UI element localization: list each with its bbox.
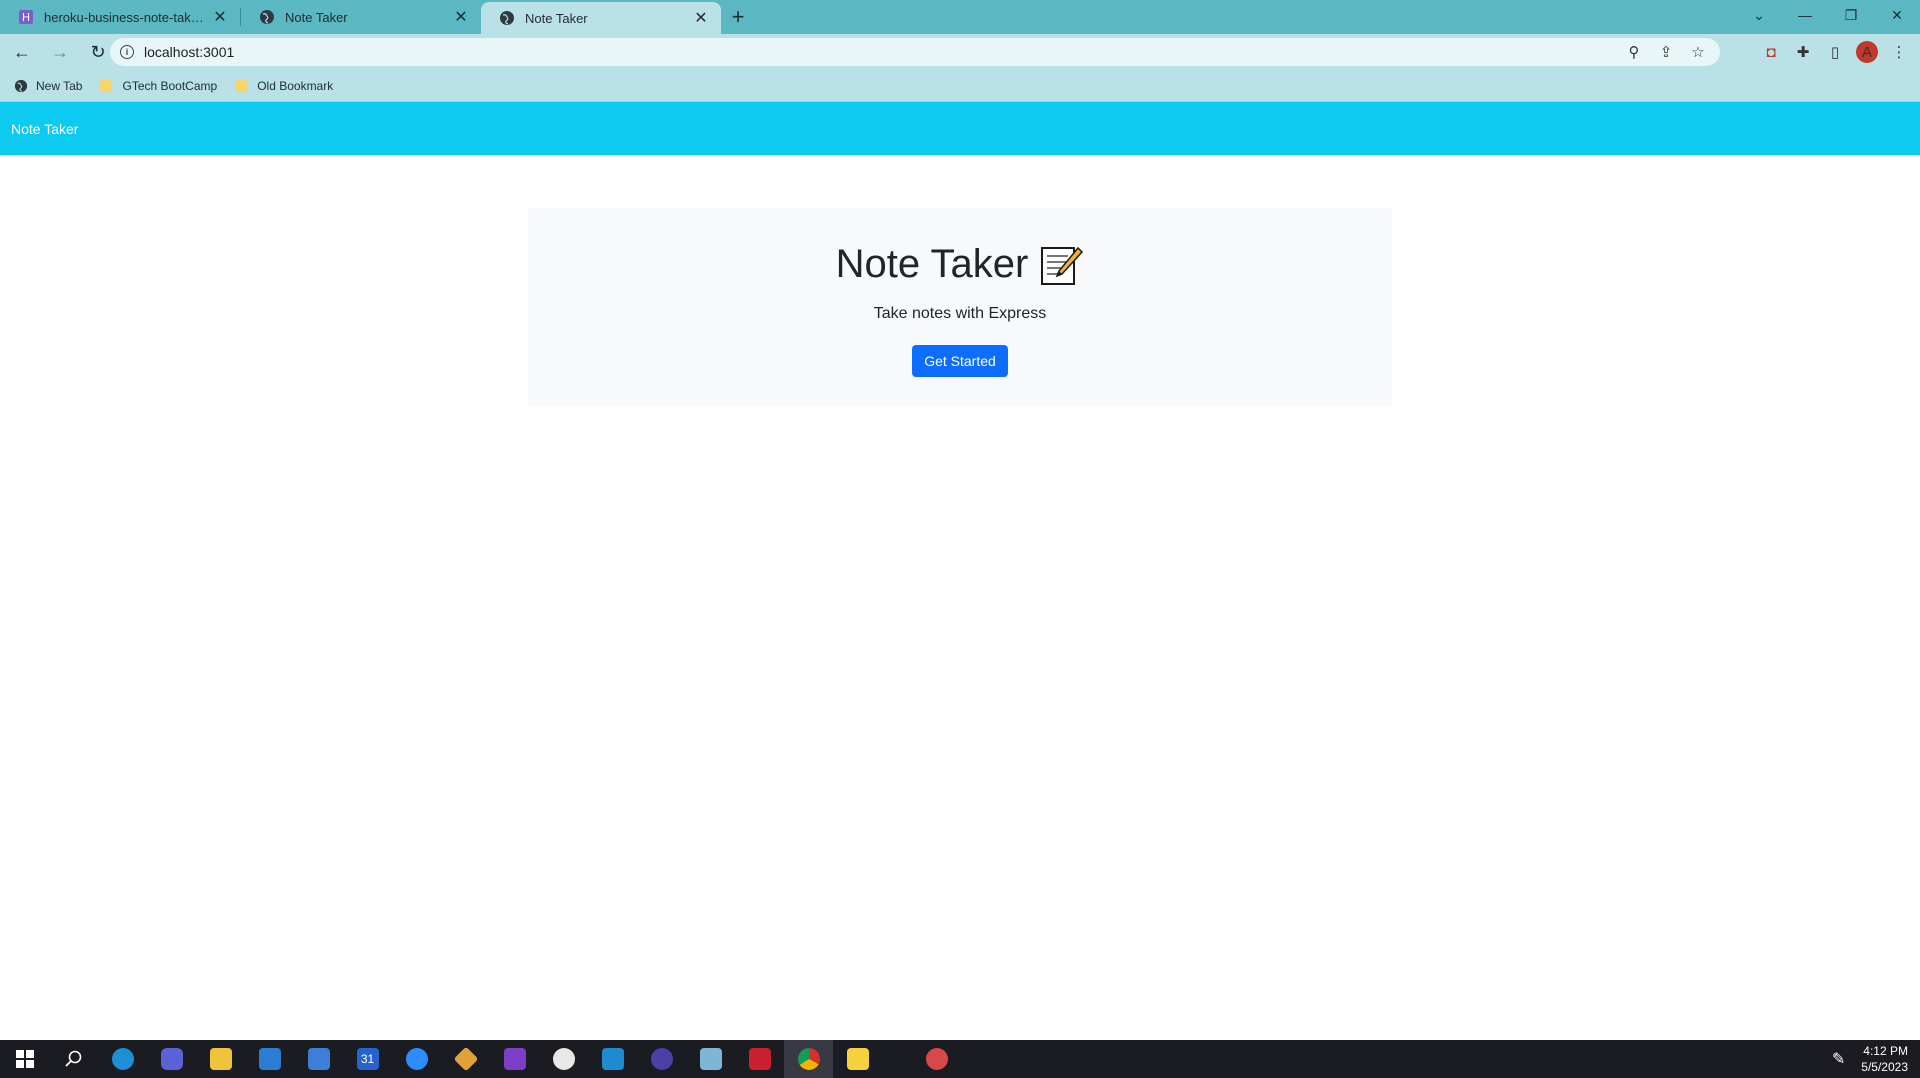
bookmarks-bar: New Tab GTech BootCamp Old Bookmark — [0, 70, 1920, 102]
notepad-icon[interactable] — [686, 1040, 735, 1078]
bookmark-star-icon[interactable]: ☆ — [1688, 42, 1708, 62]
browser-tab-1[interactable]: H heroku-business-note-taker · Git ✕ — [0, 0, 240, 34]
chrome-icon[interactable] — [784, 1040, 833, 1078]
bookmark-new-tab[interactable]: New Tab — [14, 79, 82, 93]
forward-button[interactable]: → — [44, 36, 76, 68]
close-tab-icon[interactable]: ✕ — [212, 9, 228, 26]
calendar-icon[interactable]: 31 — [343, 1040, 392, 1078]
address-bar[interactable]: i localhost:3001 ⚲ ⇪ ☆ — [110, 38, 1720, 66]
clock-date: 5/5/2023 — [1861, 1060, 1908, 1074]
slack-icon[interactable] — [539, 1040, 588, 1078]
new-tab-button[interactable]: + — [721, 0, 755, 34]
globe-icon — [260, 10, 274, 24]
taskbar-clock[interactable]: 4:12 PM 5/5/2023 — [1861, 1043, 1908, 1075]
folder-icon — [235, 79, 248, 92]
hero-jumbotron: Note Taker Take notes with Express Get S… — [528, 208, 1392, 406]
browser-tab-strip: H heroku-business-note-taker · Git ✕ Not… — [0, 0, 1920, 34]
sticky-notes-icon[interactable] — [833, 1040, 882, 1078]
insomnia-icon[interactable] — [637, 1040, 686, 1078]
tab-search-icon[interactable]: ⌄ — [1736, 0, 1782, 30]
bookmark-label: New Tab — [36, 78, 83, 93]
search-icon[interactable] — [49, 1040, 98, 1078]
browser-tab-2[interactable]: Note Taker ✕ — [241, 0, 481, 34]
zoom-icon[interactable]: ⚲ — [1624, 42, 1644, 62]
folder-icon — [100, 79, 113, 92]
close-tab-icon[interactable]: ✕ — [693, 10, 709, 27]
restore-icon[interactable]: ❐ — [1828, 0, 1874, 30]
site-info-icon[interactable]: i — [120, 45, 134, 59]
close-tab-icon[interactable]: ✕ — [453, 9, 469, 26]
bookmark-folder-old[interactable]: Old Bookmark — [235, 79, 333, 93]
profile-avatar[interactable]: A — [1856, 41, 1878, 63]
minimize-icon[interactable]: — — [1782, 0, 1828, 30]
bookmark-label: GTech BootCamp — [122, 78, 218, 93]
browser-tab-title: Note Taker — [525, 10, 588, 26]
globe-icon — [14, 79, 28, 92]
vscode-icon[interactable] — [588, 1040, 637, 1078]
mcafee-icon[interactable] — [735, 1040, 784, 1078]
windows-start-icon[interactable] — [0, 1040, 49, 1078]
memo-icon — [1041, 246, 1084, 285]
window-controls: ⌄ — ❐ ✕ — [1736, 0, 1920, 34]
browser-tab-title: heroku-business-note-taker · Git — [44, 9, 206, 25]
file-explorer-icon[interactable] — [196, 1040, 245, 1078]
close-window-icon[interactable]: ✕ — [1874, 0, 1920, 30]
app-navbar: Note Taker — [0, 102, 1920, 155]
mail-icon[interactable] — [245, 1040, 294, 1078]
back-button[interactable]: ← — [6, 36, 38, 68]
hero-title: Note Taker — [835, 242, 1029, 286]
browser-tab-title: Note Taker — [285, 9, 348, 25]
share-icon[interactable]: ⇪ — [1656, 42, 1676, 62]
address-url: localhost:3001 — [144, 44, 235, 60]
bookmark-folder-gtech[interactable]: GTech BootCamp — [100, 79, 217, 93]
svg-text:H: H — [22, 11, 30, 24]
clock-time: 4:12 PM — [1863, 1044, 1908, 1058]
system-tray: ✎ 4:12 PM 5/5/2023 — [1832, 1040, 1908, 1078]
edge-browser-icon[interactable] — [98, 1040, 147, 1078]
onenote-icon[interactable] — [490, 1040, 539, 1078]
extensions-puzzle-icon[interactable]: ✚ — [1792, 41, 1814, 63]
screen: H heroku-business-note-taker · Git ✕ Not… — [0, 0, 1920, 1078]
hero-title-row: Note Taker — [836, 242, 1085, 287]
zoom-app-icon[interactable] — [392, 1040, 441, 1078]
navbar-brand[interactable]: Note Taker — [11, 121, 78, 137]
git-kraken-icon[interactable] — [441, 1040, 490, 1078]
taskbar-apps: 31 — [0, 1040, 961, 1078]
side-panel-icon[interactable]: ▯ — [1824, 41, 1846, 63]
address-bar-actions: ⚲ ⇪ ☆ — [1624, 42, 1708, 62]
bing-icon[interactable] — [147, 1040, 196, 1078]
toolbar-actions: ◘ ✚ ▯ A ⋮ — [1760, 36, 1910, 68]
browser-menu-icon[interactable]: ⋮ — [1888, 41, 1910, 63]
browser-tab-3[interactable]: Note Taker ✕ — [481, 2, 721, 34]
extension-shield-icon[interactable]: ◘ — [1760, 41, 1782, 63]
bookmark-label: Old Bookmark — [257, 78, 334, 93]
get-started-button[interactable]: Get Started — [912, 345, 1008, 377]
store-icon[interactable] — [294, 1040, 343, 1078]
browser-toolbar: ← → ↻ i localhost:3001 ⚲ ⇪ ☆ ◘ ✚ ▯ A ⋮ — [0, 34, 1920, 70]
calendar-day: 31 — [356, 1048, 379, 1070]
globe-icon — [500, 11, 514, 25]
windows-taskbar: 31 ✎ 4:12 PM 5/5/2023 — [0, 1040, 1920, 1078]
hero-subtitle: Take notes with Express — [873, 305, 1047, 322]
pen-icon[interactable]: ✎ — [1832, 1049, 1845, 1069]
snipping-tool-icon[interactable] — [912, 1040, 961, 1078]
heroku-favicon-icon: H — [19, 10, 33, 24]
